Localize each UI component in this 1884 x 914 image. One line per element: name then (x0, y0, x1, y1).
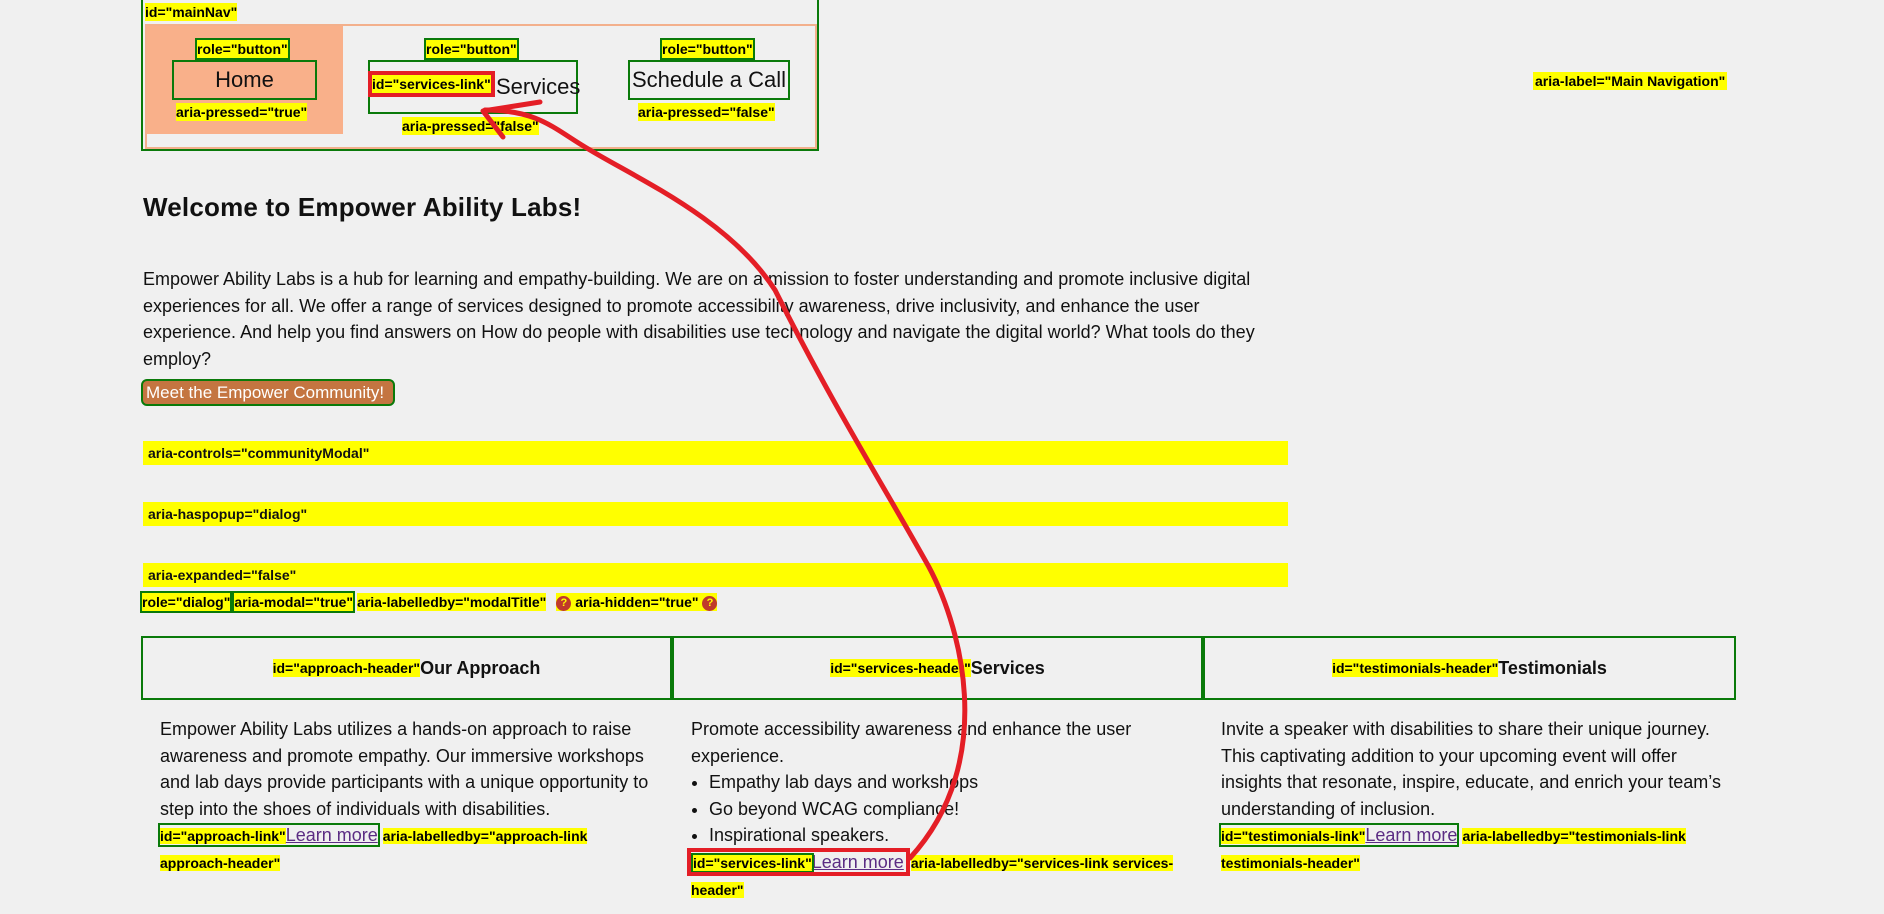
services-text: Promote accessibility awareness and enha… (691, 719, 1132, 766)
services-link-id-tag: id="services-link" (691, 852, 814, 873)
dialog-attrs-row: role="dialog" aria-modal="true" aria-lab… (139, 591, 718, 613)
approach-link-box[interactable]: id="approach-link"Learn more (158, 823, 380, 847)
nav-services-button[interactable]: id="services-link" Services (368, 60, 581, 114)
list-item: Go beyond WCAG compliance! (709, 796, 1191, 823)
services-pressed-tag: aria-pressed="false" (402, 117, 539, 135)
testimonials-header: id="testimonials-header" Testimonials (1203, 636, 1736, 700)
dialog-hidden-label: aria-hidden="true" (575, 594, 699, 610)
testimonials-link-box[interactable]: id="testimonials-link"Learn more (1218, 823, 1460, 847)
approach-text: Empower Ability Labs utilizes a hands-on… (160, 719, 649, 819)
aria-expanded-tag: aria-expanded="false" (143, 563, 1288, 587)
list-item: Empathy lab days and workshops (709, 769, 1191, 796)
services-link-row: id="services-link"Learn more aria-labell… (687, 847, 1191, 903)
testimonials-column: Invite a speaker with disabilities to sh… (1218, 716, 1721, 876)
services-list: Empathy lab days and workshops Go beyond… (691, 769, 1191, 849)
testimonials-link-id-tag: id="testimonials-link" (1221, 828, 1366, 844)
approach-link-id-tag: id="approach-link" (160, 828, 286, 844)
intro-paragraph: Empower Ability Labs is a hub for learni… (143, 269, 1255, 369)
approach-header: id="approach-header" Our Approach (141, 636, 672, 700)
meet-community-button[interactable]: Meet the Empower Community! (141, 379, 395, 406)
page-title: Welcome to Empower Ability Labs! (143, 192, 582, 222)
dialog-modal-tag: aria-modal="true" (232, 591, 356, 613)
services-column: Promote accessibility awareness and enha… (687, 716, 1191, 903)
services-heading: Services (970, 657, 1045, 678)
list-item: Inspirational speakers. (709, 822, 1191, 849)
nav-schedule-call-button[interactable]: Schedule a Call (628, 60, 790, 100)
nav-services-label: Services (496, 74, 581, 99)
services-link-box[interactable]: id="services-link"Learn more (687, 847, 910, 876)
approach-learn-more-link[interactable]: Learn more (286, 825, 378, 845)
dialog-hidden-tag: ? aria-hidden="true" ? (556, 593, 718, 611)
nav-home-button[interactable]: Home (172, 60, 317, 100)
testimonials-header-id-tag: id="testimonials-header" (1332, 659, 1499, 677)
services-learn-more-link[interactable]: Learn more (812, 852, 904, 872)
hidden-start-marker: ? (556, 595, 572, 611)
testimonials-link-row: id="testimonials-link"Learn more aria-la… (1218, 822, 1721, 876)
testimonials-learn-more-link[interactable]: Learn more (1365, 825, 1457, 845)
hidden-end-marker: ? (702, 595, 718, 611)
home-role-tag: role="button" (195, 38, 290, 60)
services-header-id-tag: id="services-header" (830, 659, 971, 677)
approach-column: Empower Ability Labs utilizes a hands-on… (158, 716, 650, 876)
schedule-pressed-tag: aria-pressed="false" (638, 103, 775, 121)
home-pressed-tag: aria-pressed="true" (176, 103, 308, 121)
schedule-role-tag: role="button" (660, 38, 755, 60)
nav-aria-label-tag: aria-label="Main Navigation" (1533, 72, 1728, 90)
approach-link-row: id="approach-link"Learn more aria-labell… (158, 822, 650, 876)
services-link-id-tag: id="services-link" (368, 71, 495, 97)
approach-header-id-tag: id="approach-header" (272, 659, 421, 677)
aria-controls-tag: aria-controls="communityModal" (143, 441, 1288, 465)
testimonials-heading: Testimonials (1498, 657, 1607, 678)
services-header: id="services-header" Services (672, 636, 1203, 700)
dialog-role-tag: role="dialog" (139, 591, 233, 613)
testimonials-text: Invite a speaker with disabilities to sh… (1221, 719, 1721, 819)
dialog-labelledby-tag: aria-labelledby="modalTitle" (357, 593, 547, 611)
aria-haspopup-tag: aria-haspopup="dialog" (143, 502, 1288, 526)
approach-heading: Our Approach (420, 657, 541, 678)
services-role-tag: role="button" (424, 38, 519, 60)
